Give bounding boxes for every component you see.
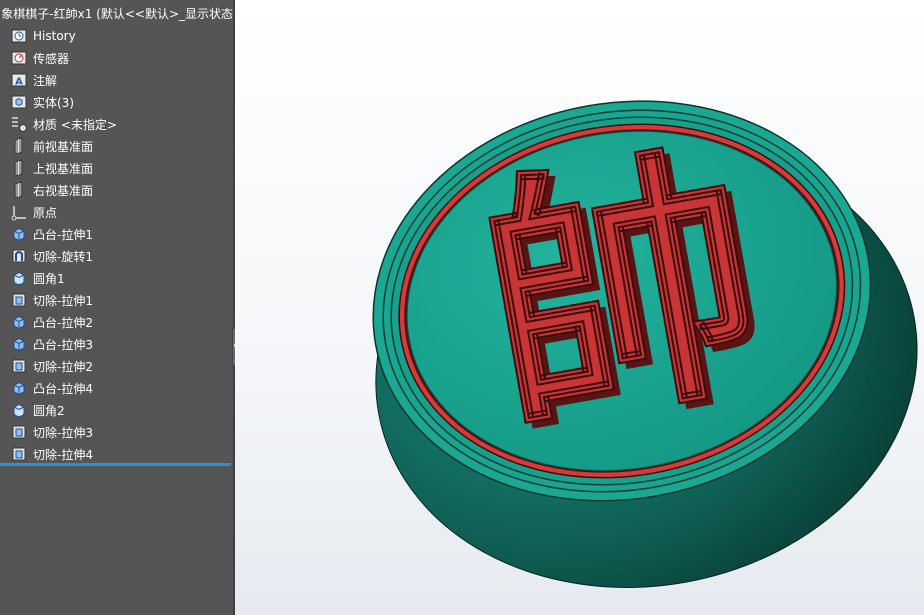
tree-item-label: History [33, 29, 76, 43]
tree-item-origin-9[interactable]: 原点 [0, 201, 233, 223]
tree-item-cut-extrude-20[interactable]: 切除-拉伸4 [0, 443, 233, 465]
plane-icon [14, 159, 23, 177]
tree-item-cut-revolve-11[interactable]: 切除-旋转1 [0, 245, 233, 267]
tree-item-label: 切除-拉伸2 [33, 359, 93, 374]
tree-root-label: 象棋棋子-红帥x1 (默认<<默认>_显示状态 [1, 6, 233, 21]
tree-item-label: 前视基准面 [33, 139, 94, 154]
tree-item-label: 凸台-拉伸2 [33, 315, 93, 330]
tree-item-label: 实体(3) [33, 95, 74, 110]
tree-item-label: 凸台-拉伸4 [33, 381, 93, 396]
tree-item-sensor-2[interactable]: 传感器 [0, 47, 233, 69]
sensor-icon [11, 51, 27, 65]
tree-item-boss-extrude-10[interactable]: 凸台-拉伸1 [0, 223, 233, 245]
boss-extrude-icon [13, 315, 25, 330]
tree-item-label: 切除-拉伸4 [33, 447, 93, 462]
tree-item-label: 凸台-拉伸1 [33, 227, 93, 242]
tree-item-label: 切除-拉伸3 [33, 425, 93, 440]
tree-item-label: 圆角1 [33, 271, 65, 286]
history-icon [11, 29, 27, 43]
annotation-icon: A [11, 73, 27, 88]
cut-extrude-icon [12, 293, 26, 307]
origin-icon [11, 206, 26, 221]
tree-item-label: 原点 [33, 205, 58, 220]
material-icon [12, 117, 27, 132]
tree-item-plane-8[interactable]: 右视基准面 [0, 179, 233, 201]
tree-item-boss-extrude-17[interactable]: 凸台-拉伸4 [0, 377, 233, 399]
tree-item-annotation-3[interactable]: A 注解 [0, 69, 233, 91]
character-face: 帥 [462, 114, 783, 471]
rollback-bar[interactable] [0, 463, 231, 466]
tree-item-boss-extrude-14[interactable]: 凸台-拉伸2 [0, 311, 233, 333]
tree-item-label: 传感器 [33, 51, 70, 66]
tree-item-label: 注解 [33, 73, 58, 88]
model-view: 帥 帥 [235, 0, 924, 615]
tree-item-fillet-12[interactable]: 圆角1 [0, 267, 233, 289]
tree-item-boss-extrude-15[interactable]: 凸台-拉伸3 [0, 333, 233, 355]
tree-item-cut-extrude-13[interactable]: 切除-拉伸1 [0, 289, 233, 311]
tree-item-history-1[interactable]: History [0, 25, 233, 47]
tree-item-label: 上视基准面 [33, 161, 94, 176]
tree-item-solid-bodies-4[interactable]: 实体(3) [0, 91, 233, 113]
fillet-icon [13, 403, 25, 418]
cut-extrude-icon [12, 447, 26, 461]
tree-item-label: 切除-拉伸1 [33, 293, 93, 308]
plane-icon [14, 181, 23, 199]
svg-text:A: A [15, 77, 23, 88]
tree-item-label: 圆角2 [33, 403, 65, 418]
tree-item-fillet-18[interactable]: 圆角2 [0, 399, 233, 421]
character-glyph: 帥 帥 [461, 113, 790, 477]
cut-revolve-icon [12, 249, 26, 263]
fillet-icon [13, 271, 25, 286]
tree-item-cut-extrude-19[interactable]: 切除-拉伸3 [0, 421, 233, 443]
boss-extrude-icon [13, 227, 25, 242]
boss-extrude-icon [13, 337, 25, 352]
tree-item-label: 材质 <未指定> [33, 117, 117, 132]
tree-item-label: 切除-旋转1 [33, 249, 93, 264]
cut-extrude-icon [12, 359, 26, 373]
tree-item-label: 右视基准面 [33, 183, 94, 198]
cut-extrude-icon [12, 425, 26, 439]
tree-item-plane-6[interactable]: 前视基准面 [0, 135, 233, 157]
feature-manager-tree: 象棋棋子-红帥x1 (默认<<默认>_显示状态 History 传感器 A 注解实体(… [0, 0, 233, 615]
tree-item-plane-7[interactable]: 上视基准面 [0, 157, 233, 179]
tree-item-cut-extrude-16[interactable]: 切除-拉伸2 [0, 355, 233, 377]
boss-extrude-icon [13, 381, 25, 396]
plane-icon [14, 137, 23, 155]
tree-root-item[interactable]: 象棋棋子-红帥x1 (默认<<默认>_显示状态 [0, 0, 233, 26]
tree-item-material-5[interactable]: 材质 <未指定> [0, 113, 233, 135]
tree-item-label: 凸台-拉伸3 [33, 337, 93, 352]
graphics-viewport[interactable]: 帥 帥 [235, 0, 924, 615]
solid-bodies-icon [11, 95, 27, 109]
